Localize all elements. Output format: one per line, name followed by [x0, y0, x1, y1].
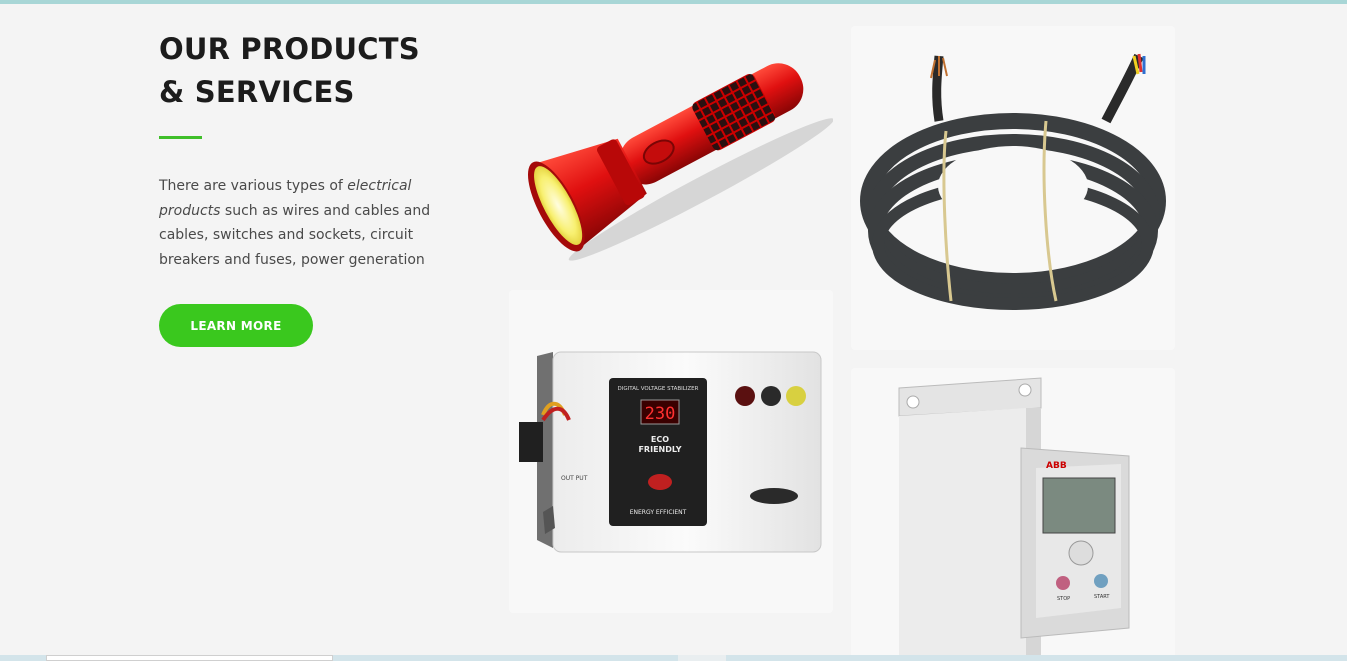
svg-text:ECO: ECO: [651, 435, 669, 444]
products-intro: OUR PRODUCTS & SERVICES There are variou…: [159, 28, 459, 272]
top-accent-bar: [0, 0, 1347, 4]
flashlight-icon: [527, 63, 834, 261]
cable-coil-icon: [860, 53, 1166, 310]
svg-text:START: START: [1094, 594, 1110, 600]
voltage-stabilizer-icon: DIGITAL VOLTAGE STABILIZER 230 ECO FRIEN…: [519, 351, 822, 553]
section-title-line1: OUR PRODUCTS: [159, 32, 420, 66]
desc-text-1: There are various types of: [159, 178, 348, 194]
bottom-strip: [0, 655, 1347, 661]
svg-text:FRIENDLY: FRIENDLY: [638, 445, 681, 454]
product-card-stabilizer[interactable]: DIGITAL VOLTAGE STABILIZER 230 ECO FRIEN…: [509, 290, 833, 613]
variable-frequency-drive-icon: ABB STOP START: [898, 377, 1130, 658]
svg-text:ENERGY EFFICIENT: ENERGY EFFICIENT: [630, 509, 687, 516]
svg-text:STOP: STOP: [1057, 596, 1070, 602]
section-title: OUR PRODUCTS & SERVICES: [159, 28, 459, 114]
product-card-cable[interactable]: [851, 26, 1175, 350]
section-title-line2: & SERVICES: [159, 75, 355, 109]
title-underline: [159, 136, 202, 139]
voltage-display: 230: [645, 404, 676, 424]
learn-more-button[interactable]: LEARN MORE: [159, 304, 313, 347]
abb-logo: ABB: [1046, 461, 1067, 471]
product-card-drive[interactable]: ABB STOP START: [851, 368, 1175, 658]
svg-text:OUT PUT: OUT PUT: [561, 475, 588, 482]
bottom-panel-1: [46, 655, 333, 661]
section-description: There are various types of electrical pr…: [159, 174, 439, 272]
svg-text:DIGITAL VOLTAGE STABILIZER: DIGITAL VOLTAGE STABILIZER: [618, 386, 699, 392]
product-image-flashlight[interactable]: [509, 30, 834, 270]
bottom-panel-2: [678, 655, 726, 661]
